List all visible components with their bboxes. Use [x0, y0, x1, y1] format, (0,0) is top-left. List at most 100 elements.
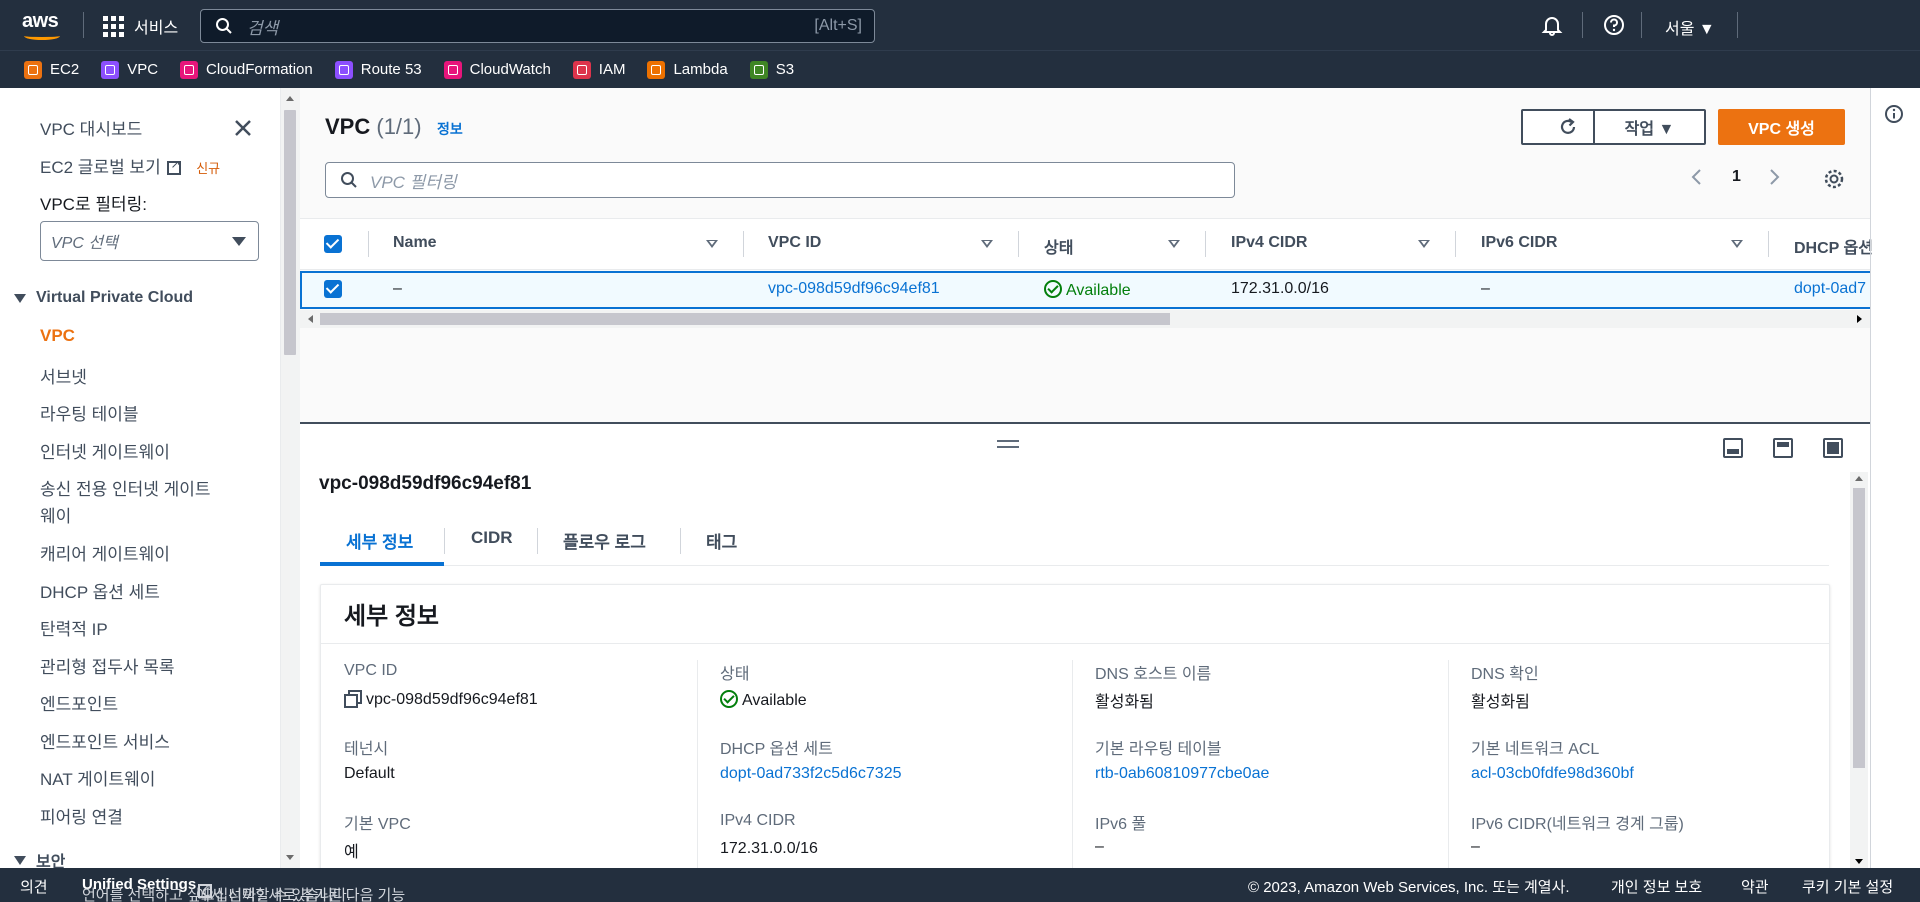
sidebar-item-dashboard[interactable]: VPC 대시보드 [40, 115, 142, 140]
next-page-icon[interactable] [1767, 168, 1781, 191]
scrollbar-thumb[interactable] [320, 313, 1170, 325]
scroll-right-icon[interactable] [1857, 315, 1862, 323]
sidebar-item-endpoints[interactable]: 엔드포인트 [40, 690, 118, 715]
tab-tags[interactable]: 태그 [706, 528, 737, 553]
sidebar-item-subnets[interactable]: 서브넷 [40, 363, 87, 388]
scroll-left-icon[interactable] [308, 315, 313, 323]
field-main-route-table-link[interactable]: rtb-0ab60810977cbe0ae [1095, 765, 1269, 783]
field-label: 기본 네트워크 ACL [1471, 741, 1600, 758]
sort-icon[interactable] [981, 240, 993, 248]
sort-icon[interactable] [706, 240, 718, 248]
field-ipv6-cidr: – [1471, 838, 1480, 855]
tab-flow-logs[interactable]: 플로우 로그 [563, 528, 646, 553]
feedback-link[interactable]: 의견 [20, 876, 48, 897]
copy-icon[interactable] [344, 690, 362, 708]
section-virtual-private-cloud[interactable]: Virtual Private Cloud [14, 289, 193, 307]
scroll-down-icon[interactable] [1855, 859, 1863, 864]
favorite-s3[interactable]: S3 [749, 60, 794, 79]
scrollbar-thumb[interactable] [1853, 488, 1865, 768]
column-vpc-id[interactable]: VPC ID [768, 234, 821, 252]
favorite-ec2[interactable]: EC2 [24, 60, 79, 79]
sidebar-item-endpoint-services[interactable]: 엔드포인트 서비스 [40, 728, 170, 753]
split-bottom-icon[interactable] [1723, 438, 1743, 458]
field-label: DNS 확인 [1471, 666, 1539, 683]
copyright: © 2023, Amazon Web Services, Inc. 또는 계열사… [1248, 879, 1570, 896]
sort-icon[interactable] [1418, 240, 1430, 248]
favorite-iam[interactable]: IAM [572, 60, 625, 79]
favorite-cloudwatch[interactable]: CloudWatch [443, 60, 551, 79]
sidebar-item-elastic-ips[interactable]: 탄력적 IP [40, 615, 108, 640]
tab-details[interactable]: 세부 정보 [346, 528, 413, 553]
column-ipv4-cidr[interactable]: IPv4 CIDR [1231, 234, 1307, 252]
bell-icon[interactable] [1541, 14, 1563, 36]
column-dhcp-options[interactable]: DHCP 옵션 [1794, 234, 1873, 258]
tab-cidr[interactable]: CIDR [471, 528, 513, 548]
vpc-filter-input[interactable]: VPC 필터링 [325, 162, 1235, 198]
cell-vpc-id-link[interactable]: vpc-098d59df96c94ef81 [768, 280, 940, 298]
lambda-icon [647, 60, 666, 79]
sidebar-item-route-tables[interactable]: 라우팅 테이블 [40, 400, 139, 425]
sidebar-item-dhcp-option-sets[interactable]: DHCP 옵션 세트 [40, 578, 160, 603]
sidebar-item-vpc[interactable]: VPC [40, 326, 75, 346]
card-title: 세부 정보 [344, 603, 439, 630]
sort-icon[interactable] [1731, 240, 1743, 248]
sidebar-scrollbar[interactable] [280, 88, 300, 868]
split-full-icon[interactable] [1823, 438, 1843, 458]
column-name[interactable]: Name [393, 234, 437, 252]
field-dhcp-options-link[interactable]: dopt-0ad733f2c5d6c7325 [720, 765, 902, 783]
search-icon [341, 172, 357, 188]
page-number[interactable]: 1 [1732, 168, 1741, 186]
scroll-up-icon[interactable] [1855, 476, 1863, 481]
column-state[interactable]: 상태 [1044, 234, 1073, 258]
sidebar-item-peering-connections[interactable]: 피어링 연결 [40, 803, 123, 828]
settings-icon[interactable] [1823, 168, 1845, 190]
info-link[interactable]: 정보 [437, 119, 463, 139]
select-all-checkbox[interactable] [324, 235, 342, 253]
column-ipv6-cidr[interactable]: IPv6 CIDR [1481, 234, 1557, 252]
cell-ipv6-cidr: – [1481, 280, 1490, 297]
cookie-preferences-link[interactable]: 쿠키 기본 설정 [1802, 876, 1893, 897]
table-row[interactable]: – vpc-098d59df96c94ef81 Available 172.31… [300, 271, 1870, 309]
previous-page-icon[interactable] [1690, 168, 1704, 191]
cell-ipv4-cidr: 172.31.0.0/16 [1231, 280, 1329, 297]
favorite-lambda[interactable]: Lambda [647, 60, 728, 79]
sidebar-item-prefix-lists[interactable]: 관리형 접두사 목록 [40, 653, 175, 678]
detail-scrollbar[interactable] [1850, 472, 1868, 868]
privacy-link[interactable]: 개인 정보 보호 [1611, 876, 1702, 897]
search-input[interactable]: 검색 [Alt+S] [200, 9, 875, 43]
region-selector[interactable]: 서울 ▼ [1665, 15, 1715, 39]
scrollbar-thumb[interactable] [284, 110, 296, 355]
services-menu-button[interactable]: 서비스 [103, 14, 178, 38]
aws-logo[interactable]: aws [22, 11, 64, 40]
split-side-icon[interactable] [1773, 438, 1793, 458]
drag-handle-icon[interactable] [997, 440, 1019, 448]
scroll-up-icon[interactable] [286, 96, 294, 101]
sidebar-item-internet-gateways[interactable]: 인터넷 게이트웨이 [40, 438, 170, 463]
sidebar-item-ec2-global[interactable]: EC2 글로벌 보기 신규 [40, 153, 220, 178]
field-network-acl-link[interactable]: acl-03cb0fdfe98d360bf [1471, 765, 1634, 783]
help-icon[interactable] [1603, 14, 1625, 36]
favorite-route53[interactable]: Route 53 [334, 60, 422, 79]
sidebar-item-carrier-gateways[interactable]: 캐리어 게이트웨이 [40, 540, 170, 565]
cell-state: Available [1044, 280, 1131, 300]
info-icon[interactable] [1884, 104, 1904, 124]
terms-link[interactable]: 약관 [1741, 876, 1769, 897]
sidebar-item-egress-only-igw-wrap[interactable]: 웨이 [40, 502, 71, 527]
sort-icon[interactable] [1168, 240, 1180, 248]
sidebar-item-egress-only-igw[interactable]: 송신 전용 인터넷 게이트 [40, 475, 211, 500]
selection-count: (1/1) [376, 114, 422, 139]
table-horizontal-scrollbar[interactable] [300, 310, 1870, 328]
page-title: VPC (1/1) [325, 114, 422, 139]
actions-button[interactable]: 작업 ▼ [1593, 109, 1706, 145]
field-label: DNS 호스트 이름 [1095, 666, 1212, 683]
create-vpc-button[interactable]: VPC 생성 [1718, 109, 1845, 145]
cell-dhcp-link[interactable]: dopt-0ad7 [1794, 280, 1866, 298]
sidebar-item-nat-gateways[interactable]: NAT 게이트웨이 [40, 765, 155, 790]
section-security[interactable]: 보안 [14, 852, 65, 868]
close-icon[interactable] [233, 118, 253, 138]
favorite-vpc[interactable]: VPC [101, 60, 158, 79]
row-checkbox[interactable] [324, 280, 342, 298]
scroll-down-icon[interactable] [286, 855, 294, 860]
vpc-filter-select[interactable]: VPC 선택 [40, 221, 259, 261]
favorite-cloudformation[interactable]: CloudFormation [180, 60, 313, 79]
